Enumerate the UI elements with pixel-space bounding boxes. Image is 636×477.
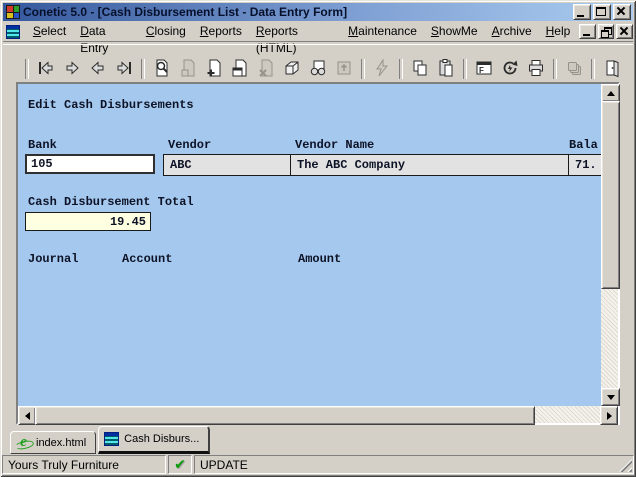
menu-closing[interactable]: Closing <box>139 23 193 40</box>
column-amount: Amount <box>298 252 341 266</box>
internet-explorer-icon: e <box>16 435 31 450</box>
update-checkmark-icon: ✔ <box>174 457 186 473</box>
menu-data-entry[interactable]: Data Entry <box>73 23 139 40</box>
toolbar-separator <box>553 59 557 79</box>
menu-help[interactable]: Help <box>539 23 578 40</box>
vendor-label: Vendor <box>168 138 211 152</box>
form-canvas: Edit Cash Disbursements Bank Vendor Vend… <box>18 84 601 406</box>
first-record-button[interactable] <box>33 56 59 80</box>
save-record-button[interactable] <box>175 56 201 80</box>
mode-panel: UPDATE <box>194 455 634 474</box>
paste-button[interactable] <box>433 56 459 80</box>
mode-text: UPDATE <box>200 458 248 472</box>
menu-maintenance[interactable]: Maintenance <box>341 23 424 40</box>
status-check-panel: ✔ <box>168 455 192 474</box>
menu-reports[interactable]: Reports <box>193 23 249 40</box>
maximize-button[interactable] <box>593 4 611 20</box>
toolbar: F <box>3 42 633 82</box>
scroll-right-button[interactable] <box>600 406 618 425</box>
window-title: Conetic 5.0 - [Cash Disbursement List - … <box>23 5 571 19</box>
form-view-button[interactable]: F <box>471 56 497 80</box>
menu-select[interactable]: Select <box>26 23 73 40</box>
form-heading: Edit Cash Disbursements <box>28 98 194 112</box>
title-bar: Conetic 5.0 - [Cash Disbursement List - … <box>3 3 633 21</box>
system-menu-icon[interactable] <box>6 25 20 39</box>
print-button[interactable] <box>523 56 549 80</box>
toolbar-separator <box>361 59 365 79</box>
column-account: Account <box>122 252 172 266</box>
tab-index-html[interactable]: e index.html <box>10 431 96 454</box>
modify-record-button[interactable] <box>227 56 253 80</box>
menu-bar: Select Data Entry Closing Reports Report… <box>3 22 633 41</box>
browse-records-button[interactable] <box>305 56 331 80</box>
query-search-button[interactable] <box>149 56 175 80</box>
toolbar-separator <box>399 59 403 79</box>
last-record-button[interactable] <box>111 56 137 80</box>
previous-record-button[interactable] <box>85 56 111 80</box>
left-arrow-icon <box>25 412 30 420</box>
execute-button[interactable] <box>369 56 395 80</box>
next-record-button[interactable] <box>59 56 85 80</box>
svg-text:F: F <box>479 66 484 75</box>
vendor-name-label: Vendor Name <box>295 138 374 152</box>
scroll-left-button[interactable] <box>18 406 36 425</box>
balance-label: Bala <box>569 138 598 152</box>
horizontal-scroll-thumb[interactable] <box>35 406 535 425</box>
add-record-button[interactable] <box>201 56 227 80</box>
copy-button[interactable] <box>407 56 433 80</box>
down-arrow-icon <box>607 395 615 400</box>
menu-showme[interactable]: ShowMe <box>424 23 485 40</box>
right-arrow-icon <box>607 412 612 420</box>
horizontal-scrollbar[interactable] <box>18 406 618 423</box>
scroll-up-button[interactable] <box>601 84 620 102</box>
minimize-button[interactable] <box>573 4 591 20</box>
vendor-value: ABC <box>164 155 291 175</box>
toolbar-separator <box>25 59 29 79</box>
exit-button[interactable] <box>599 56 625 80</box>
total-label: Cash Disbursement Total <box>28 195 194 209</box>
up-arrow-icon <box>607 91 615 96</box>
tab-bar: e index.html Cash Disburs... <box>10 425 212 454</box>
delete-record-button[interactable] <box>253 56 279 80</box>
tab-label: index.html <box>36 437 86 449</box>
vertical-scroll-thumb[interactable] <box>601 101 620 289</box>
column-journal: Journal <box>28 252 78 266</box>
toolbar-separator <box>591 59 595 79</box>
form-panel: Edit Cash Disbursements Bank Vendor Vend… <box>16 82 620 425</box>
toolbar-separator <box>463 59 467 79</box>
mdi-minimize-button[interactable] <box>579 24 596 39</box>
refresh-html-button[interactable] <box>497 56 523 80</box>
vertical-scrollbar[interactable] <box>601 84 618 406</box>
tab-label: Cash Disburs... <box>124 433 199 445</box>
balance-value: 71. <box>569 155 601 175</box>
mdi-restore-button[interactable] <box>598 24 615 39</box>
report-stack-button[interactable] <box>561 56 587 80</box>
clear-record-button[interactable] <box>279 56 305 80</box>
menu-archive[interactable]: Archive <box>485 23 539 40</box>
resize-grip[interactable] <box>619 459 632 472</box>
form-list-icon <box>104 432 119 446</box>
toolbar-separator <box>141 59 145 79</box>
mdi-close-button[interactable] <box>616 24 633 39</box>
disbursement-record-row[interactable]: ABC The ABC Company 71. <box>163 154 601 176</box>
vendor-name-value: The ABC Company <box>291 155 569 175</box>
scroll-down-button[interactable] <box>601 388 620 406</box>
bank-label: Bank <box>28 138 57 152</box>
status-bar: Yours Truly Furniture ✔ UPDATE <box>2 455 634 474</box>
goto-record-button[interactable] <box>331 56 357 80</box>
close-button[interactable] <box>613 4 631 20</box>
total-input[interactable] <box>25 212 151 231</box>
tab-cash-disbursement[interactable]: Cash Disburs... <box>98 426 210 454</box>
app-icon[interactable] <box>6 5 20 19</box>
bank-input[interactable] <box>25 154 155 174</box>
company-name-panel: Yours Truly Furniture <box>2 455 166 474</box>
menu-reports-html[interactable]: Reports (HTML) <box>249 23 341 40</box>
application-window: Conetic 5.0 - [Cash Disbursement List - … <box>0 0 636 477</box>
